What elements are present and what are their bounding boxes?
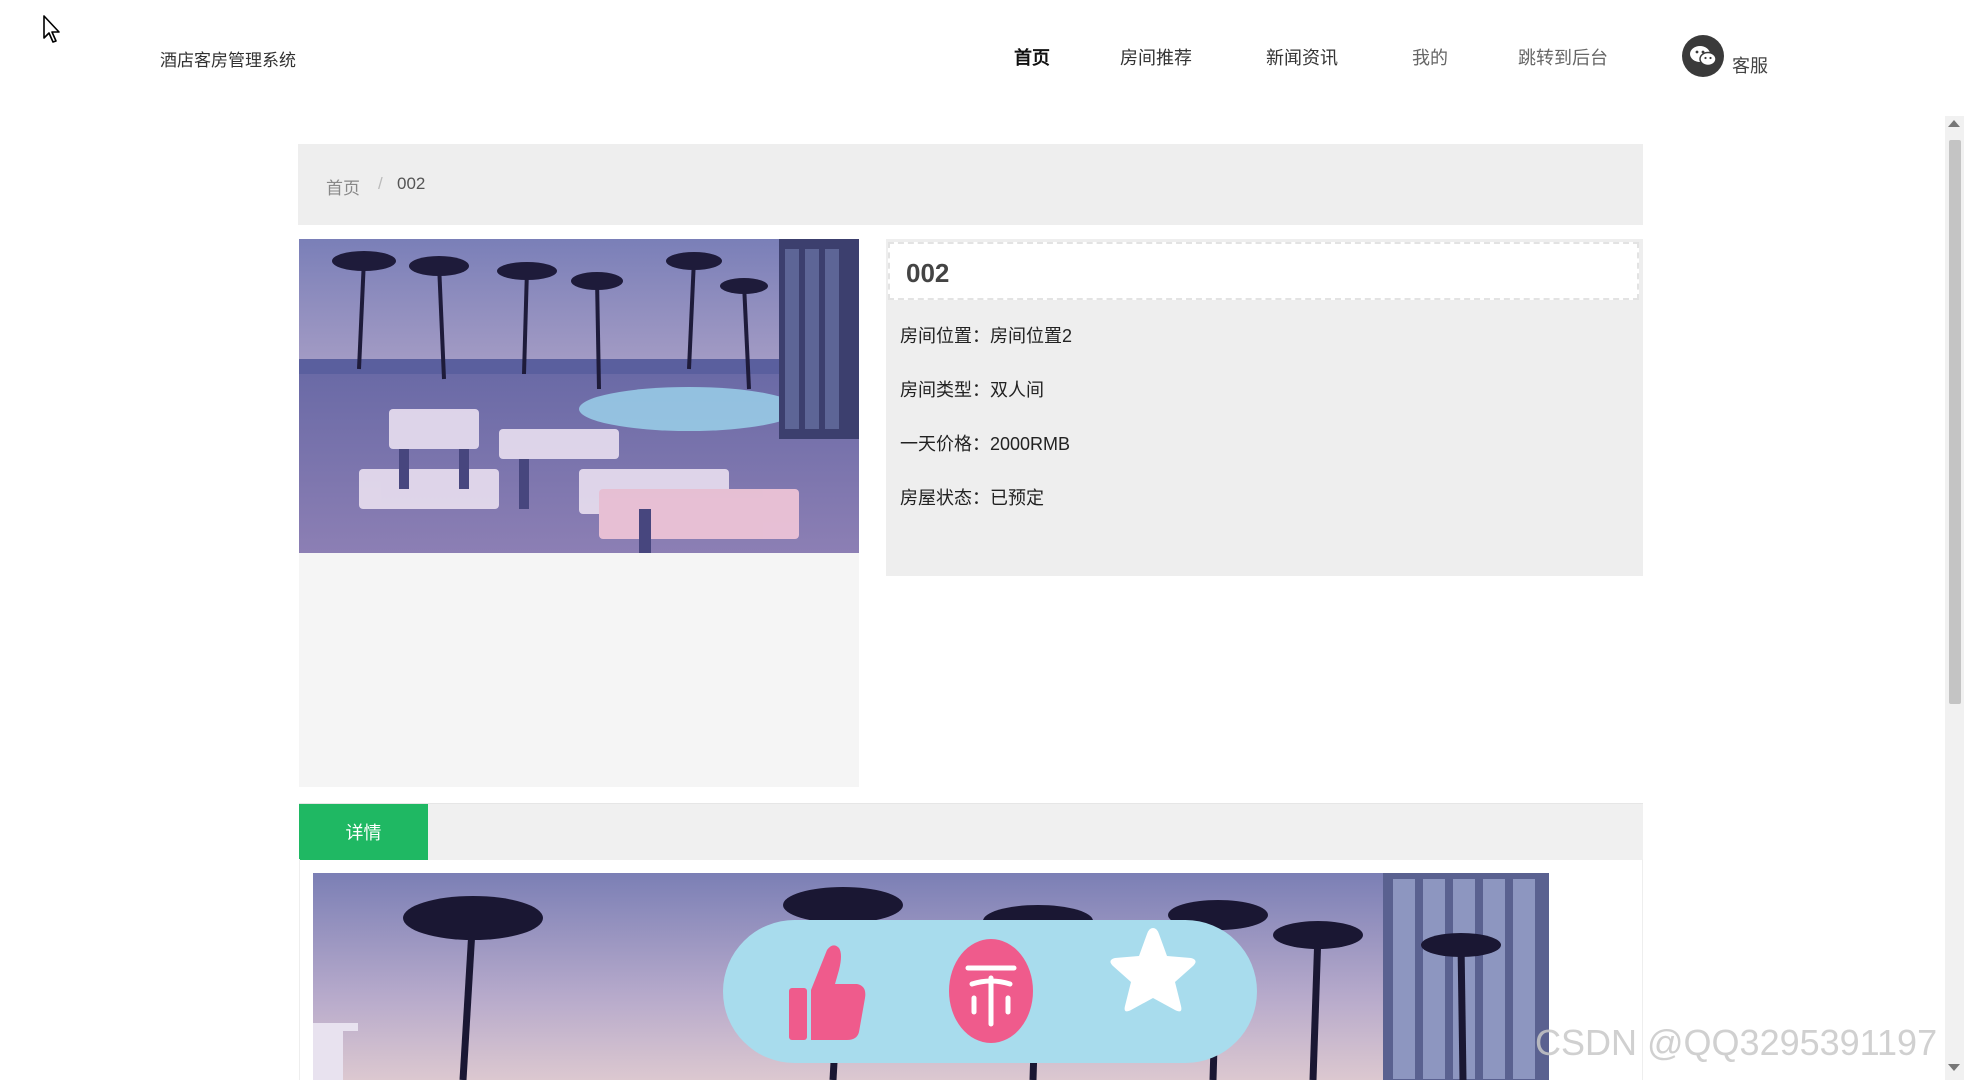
wechat-icon[interactable] [1682,35,1724,77]
action-bar [723,920,1257,1063]
room-field-status: 房屋状态：已预定 [900,484,1044,510]
room-title: 002 [906,258,950,288]
watermark-text: CSDN @QQ3295391197 [1535,1022,1938,1063]
detail-tab-bar: 详情 [299,803,1643,860]
field-label: 房间类型： [900,380,990,400]
star-icon[interactable] [1103,924,1203,1024]
room-field-location: 房间位置：房间位置2 [900,322,1072,348]
thumbs-up-icon[interactable] [787,940,867,1042]
field-label: 房屋状态： [900,488,990,508]
nav-item-news[interactable]: 新闻资讯 [1266,44,1338,70]
nav-item-mine[interactable]: 我的 [1412,44,1448,70]
field-value: 房间位置2 [990,326,1073,346]
field-value: 双人间 [990,380,1044,400]
mouse-cursor-icon [43,15,60,43]
room-field-type: 房间类型：双人间 [900,376,1044,402]
room-photo[interactable] [299,239,859,553]
field-value: 2000RMB [990,434,1071,454]
nav-item-admin[interactable]: 跳转到后台 [1518,44,1608,70]
breadcrumb-current: 002 [397,174,426,193]
coin-icon[interactable] [948,938,1034,1044]
room-info-panel: 002 房间位置：房间位置2 房间类型：双人间 一天价格：2000RMB 房屋状… [886,239,1643,576]
field-label: 房间位置： [900,326,990,346]
scroll-up-arrow-icon[interactable] [1948,120,1960,127]
breadcrumb-separator: / [378,174,383,193]
nav-item-room-recommend[interactable]: 房间推荐 [1120,44,1192,70]
tab-detail[interactable]: 详情 [299,804,428,860]
main-nav: 首页 房间推荐 新闻资讯 我的 跳转到后台 [0,44,1964,74]
field-label: 一天价格： [900,434,990,454]
room-image-panel [299,239,859,787]
field-value: 已预定 [990,488,1044,508]
breadcrumb-home[interactable]: 首页 [326,174,360,199]
customer-service-label[interactable]: 客服 [1732,52,1768,78]
scroll-down-arrow-icon[interactable] [1948,1064,1960,1071]
scroll-thumb[interactable] [1949,140,1961,704]
nav-item-home[interactable]: 首页 [1014,44,1050,70]
room-title-box: 002 [888,242,1639,300]
breadcrumb: 首页 / 002 [298,144,1643,225]
room-field-price: 一天价格：2000RMB [900,430,1070,456]
